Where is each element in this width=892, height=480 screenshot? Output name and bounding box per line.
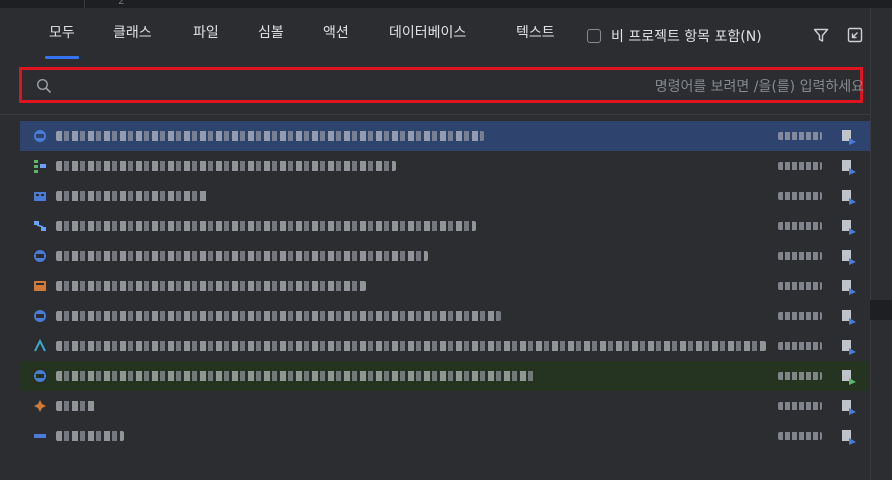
result-module-redacted [778,372,822,380]
tab-all[interactable]: 모두 [45,22,79,59]
result-name-redacted [56,131,484,141]
result-name-redacted [56,401,96,411]
tab-classes[interactable]: 클래스 [113,22,152,52]
result-name-redacted [56,161,396,171]
tab-symbols[interactable]: 심볼 [258,22,284,52]
class-icon [34,310,46,322]
result-name-redacted [56,221,476,231]
hierarchy-icon [34,221,46,231]
result-module-redacted [778,282,822,290]
open-in-window-icon[interactable] [846,26,864,44]
result-module-redacted [778,192,822,200]
include-non-project-label: 비 프로젝트 항목 포함(N) [611,29,762,45]
result-name-redacted [56,311,501,321]
result-row[interactable] [20,271,870,301]
class-icon [34,250,46,262]
result-name-redacted [56,371,536,381]
result-row[interactable] [20,391,870,421]
hierarchy-icon [34,160,46,173]
class-icon [34,370,46,382]
include-non-project-toggle[interactable]: 비 프로젝트 항목 포함(N) [587,26,762,46]
search-everywhere-popup: 모두 클래스 파일 심볼 액션 데이터베이스 텍스트 비 프로젝트 항목 포함(… [0,8,871,480]
filter-icon[interactable] [812,26,830,44]
file-type-icon [842,430,856,445]
tab-files[interactable]: 파일 [193,22,219,52]
class-icon [34,130,46,142]
results-list [20,121,870,451]
resource-icon [34,281,46,291]
symbol-icon [34,400,46,412]
result-row[interactable] [20,301,870,331]
result-module-redacted [778,222,822,230]
search-icon [36,78,51,93]
search-divider [0,114,870,115]
result-name-redacted [56,281,366,291]
editor-strip: 2 [0,0,892,8]
file-type-icon [842,310,856,325]
method-icon [34,338,46,352]
file-type-icon [842,220,856,235]
file-type-icon [842,190,856,205]
file-type-icon [842,340,856,355]
result-name-redacted [56,431,124,441]
result-name-redacted [56,251,428,261]
file-type-icon [842,250,856,265]
package-icon [34,192,46,201]
tab-text[interactable]: 텍스트 [516,22,555,52]
result-name-redacted [56,341,766,351]
gutter-divider [84,0,85,8]
result-row[interactable] [20,181,870,211]
search-input[interactable] [64,72,866,102]
result-row[interactable] [20,421,870,451]
result-module-redacted [778,432,822,440]
result-name-redacted [56,191,208,201]
result-row[interactable] [20,361,870,391]
result-module-redacted [778,402,822,410]
file-type-icon [842,280,856,295]
search-field[interactable] [19,67,866,103]
file-type-icon [842,130,856,145]
file-type-icon [842,400,856,415]
editor-scroll-edge [870,300,892,320]
result-row[interactable] [20,211,870,241]
result-row[interactable] [20,331,870,361]
field-icon [34,434,46,438]
result-module-redacted [778,132,822,140]
result-row[interactable] [20,241,870,271]
result-row[interactable] [20,121,870,151]
result-module-redacted [778,342,822,350]
result-module-redacted [778,252,822,260]
tab-bar: 모두 클래스 파일 심볼 액션 데이터베이스 텍스트 비 프로젝트 항목 포함(… [0,8,870,60]
result-module-redacted [778,312,822,320]
line-number: 2 [118,0,125,7]
file-type-icon [842,370,856,385]
result-row[interactable] [20,151,870,181]
result-module-redacted [778,162,822,170]
tab-database[interactable]: 데이터베이스 [389,22,466,52]
include-non-project-checkbox[interactable] [587,29,601,43]
tab-actions[interactable]: 액션 [323,22,349,52]
file-type-icon [842,160,856,175]
